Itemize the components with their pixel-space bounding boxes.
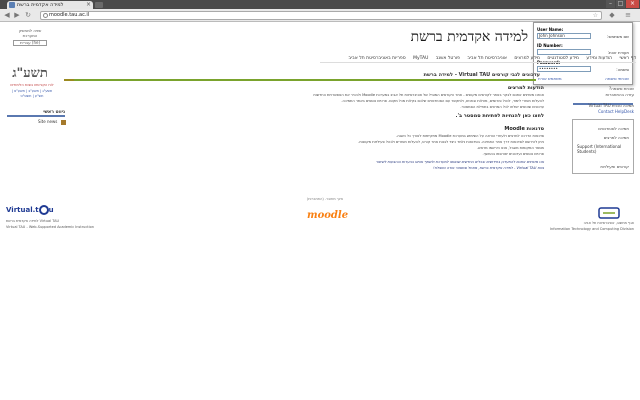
footer-line: אגף מחשוב, אוניברסיטת תל אביב (583, 221, 634, 225)
id-label: ID Number: (537, 43, 563, 48)
extension-icon[interactable]: ◆ (608, 12, 616, 19)
divider (64, 79, 74, 81)
support-heading: תמיכה טכנית Virtual TAU (588, 103, 635, 108)
semester-guide-link[interactable]: לחצו כאן להנחיות לפתיחת סמסטר ב'. (456, 113, 544, 119)
bookmark-star-icon[interactable]: ☆ (593, 12, 598, 19)
right-top-line[interactable]: עזרה בהתחברות (606, 92, 635, 97)
helpdesk-link[interactable]: Contact HelpDesk (598, 109, 634, 114)
paragraph-line: אנחנו מזמינים אתכם לבקר באתר לקורסים מקו… (313, 93, 544, 97)
moodle-logo[interactable]: moodle (307, 210, 348, 222)
paragraph-line: סדנאות הדרכה למרצים ולעוזרי הוראה על השי… (396, 134, 544, 138)
paragraph-line: אנו מזמינים אתכם להתעדכן בחידושים ובכלים… (375, 160, 544, 164)
language-select[interactable]: עברית (he) (13, 40, 47, 46)
back-icon[interactable]: ◀ (3, 12, 11, 19)
page-title: למידה אקדמית ברשת (410, 29, 528, 45)
tab-title: למידה אקדמית ברשת (17, 2, 64, 8)
paragraph-line: עדכונים שוטפים ישלחו לכל המרצים בתחילת ה… (460, 105, 544, 109)
minimize-icon[interactable]: – (606, 0, 615, 8)
year-brand-subtitle: לוח הקורסים בשנת הלימודים (10, 83, 54, 87)
new-tab-button[interactable] (95, 2, 103, 8)
vtau-brand-tail: u (48, 206, 54, 214)
right-top-line[interactable]: שכחת סיסמה? (609, 86, 634, 91)
forward-icon[interactable]: ▶ (13, 12, 21, 19)
support-item[interactable]: תמיכה למרצים (604, 135, 629, 140)
nav-item[interactable]: מידע למרצים (514, 56, 540, 61)
footer-line: Virtual TAU - Web-Supported Academic Ins… (6, 225, 95, 229)
url-text: moodle.tau.ac.il (49, 12, 90, 18)
browser-tab[interactable]: למידה אקדמית ברשת × (7, 1, 93, 9)
news-icon (60, 119, 66, 125)
year-links[interactable]: תשע"ג | תשע"ב | תשע"א | תש"ע | תשס"ט (8, 89, 56, 99)
top-navigation: דף ראשי הודעות ומידע מידע לסטודנטים מידע… (320, 55, 636, 63)
paragraph-line: צוות Virtual TAU - למידה אקדמית ברשת, מא… (433, 166, 544, 170)
site-news-label: Site news (38, 119, 58, 124)
nav-item[interactable]: דף ראשי (619, 56, 636, 61)
username-field[interactable]: John Johnson (537, 33, 591, 39)
nav-item[interactable]: הודעות ומידע (586, 56, 612, 61)
support-item[interactable]: קורסים ופעילויות (600, 164, 629, 169)
paragraph-line: להעלות חומרי לימוד, לנהל פורומים, מטלות … (341, 99, 544, 103)
paragraph-line: ניתן להירשם לסדנאות דרך אתר התמיכה. בסדנ… (358, 140, 544, 144)
nav-item[interactable]: פורטל אשנב (436, 56, 460, 61)
international-support-link[interactable]: Support (International Students) (577, 144, 631, 154)
username-side-label: שם משתמש: (607, 34, 629, 39)
window-close-icon[interactable]: × (626, 0, 639, 8)
vtau-brand-text: Virtual.t (6, 206, 39, 214)
section-heading: הודעות למרצים (507, 85, 544, 91)
language-selector: שפה לממשק המערכת עברית (he) (12, 28, 48, 46)
maximize-icon[interactable]: □ (616, 0, 625, 8)
tau-logo-icon (598, 207, 620, 219)
menu-icon[interactable]: ≡ (624, 12, 632, 19)
section-heading: סדנאות Moodle (504, 126, 544, 132)
footer-line: Information Technology and Computing Div… (550, 227, 634, 231)
favicon-icon (9, 2, 15, 8)
language-label: שפה לממשק המערכת (18, 28, 42, 38)
paragraph-line: מספר המקומות מוגבל, אנא הירשמו מראש. (477, 146, 544, 150)
support-block: תמיכה לסטודנטים תמיכה למרצים Support (In… (572, 119, 634, 174)
nav-item[interactable]: ספריות באוניברסיטת תל אביב (349, 56, 406, 61)
nav-item[interactable]: MyTAU (413, 56, 428, 61)
course-title: עדכונים לגבי קורסים Virtual TAU - למידה … (423, 72, 540, 78)
username-label: User Name: (537, 27, 564, 32)
footer-line: למידה אקדמית ברשת Virtual TAU (6, 219, 60, 223)
page-info-icon (43, 13, 48, 18)
site-news-link[interactable]: Site news (38, 119, 66, 125)
paragraph-line: פרטים נוספים ועדכונים יפורסמו בהמשך. (482, 152, 544, 156)
nav-item[interactable]: אוניברסיטת תל אביב (467, 56, 507, 61)
reload-icon[interactable]: ↻ (24, 12, 32, 19)
support-item[interactable]: תמיכה לסטודנטים (598, 126, 629, 131)
nav-item[interactable]: מידע לסטודנטים (547, 56, 579, 61)
tab-close-icon[interactable]: × (86, 1, 91, 9)
forgot-password-link[interactable]: שכחתי סיסמה (605, 76, 629, 81)
main-menu-heading: ניווט ראשי (7, 110, 65, 117)
guest-login-link[interactable]: משתמש אורח (538, 76, 562, 81)
password-field[interactable]: •••••••• (537, 66, 591, 72)
address-bar[interactable]: moodle.tau.ac.il ☆ (40, 11, 602, 20)
vtau-ring-icon (38, 205, 49, 215)
login-box: User Name: John Johnson ID Number: Passw… (533, 22, 633, 85)
password-side-label: סיסמה: (616, 67, 629, 72)
browser-tabstrip: למידה אקדמית ברשת × – □ × (0, 0, 640, 9)
virtual-tau-logo: Virtual.t u (6, 205, 58, 217)
login-info[interactable]: אינך מחובר. (התחברות) (300, 197, 350, 201)
divider (74, 79, 536, 81)
browser-toolbar: ◀ ▶ ↻ moodle.tau.ac.il ☆ ◆ ≡ (0, 9, 640, 22)
year-brand: תשע"ג (12, 66, 48, 81)
